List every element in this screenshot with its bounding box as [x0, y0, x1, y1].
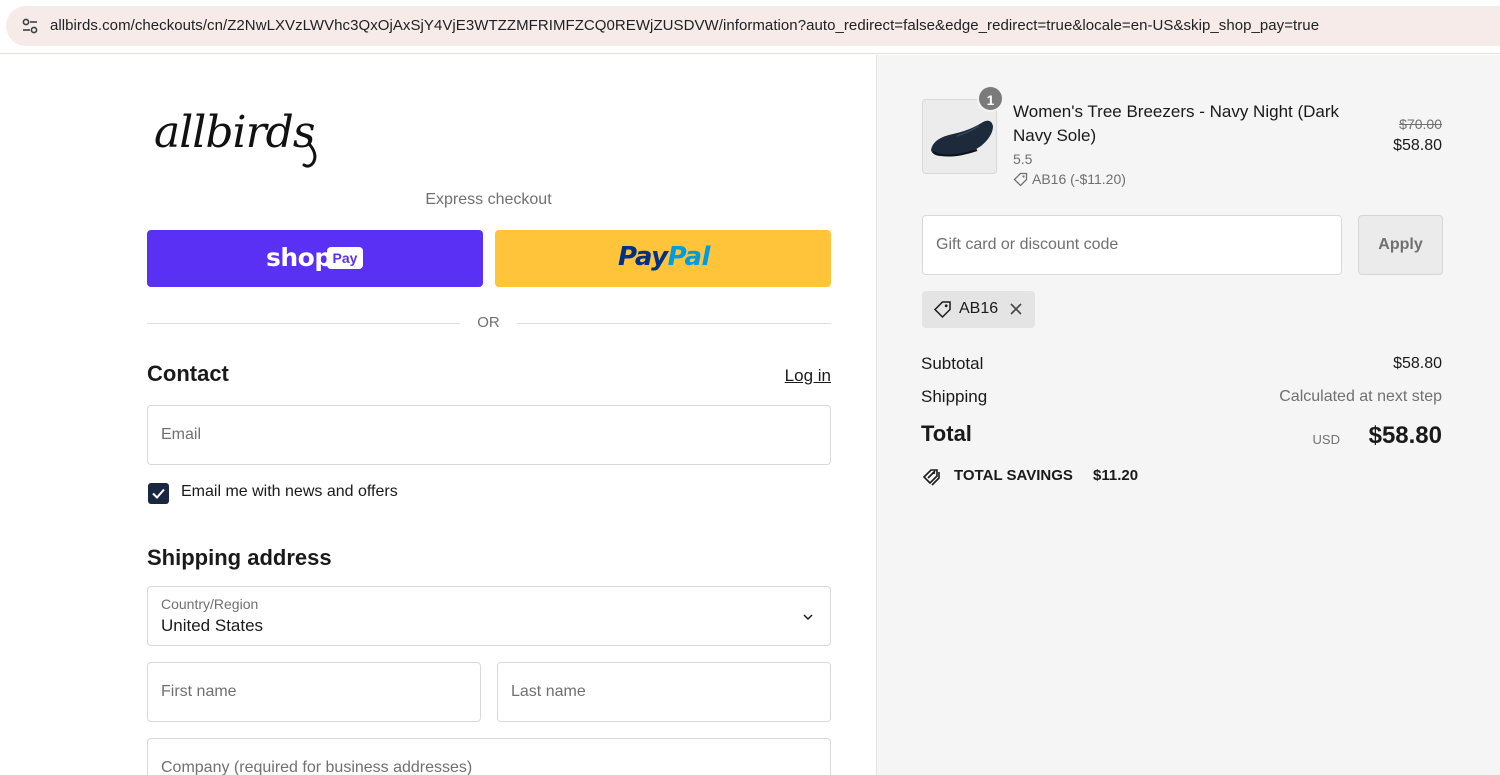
- shop-pay-button[interactable]: shop Pay: [147, 230, 483, 287]
- log-in-link[interactable]: Log in: [760, 366, 831, 386]
- checkmark-icon: [152, 488, 165, 499]
- paypal-word-pay: Pay: [618, 242, 668, 272]
- product-discount: AB16 (-$11.20): [1013, 171, 1126, 187]
- paypal-button[interactable]: PayPal: [495, 230, 831, 287]
- email-placeholder: Email: [161, 426, 202, 443]
- applied-discount-code: AB16: [959, 300, 999, 317]
- or-divider-label: OR: [477, 314, 500, 331]
- product-size: 5.5: [1013, 151, 1033, 167]
- remove-discount-icon[interactable]: [1007, 300, 1025, 318]
- tune-icon: [22, 18, 38, 34]
- subtotal-value: $58.80: [1393, 355, 1442, 372]
- newsletter-label: Email me with news and offers: [181, 483, 398, 500]
- product-discount-text: AB16 (-$11.20): [1032, 171, 1126, 187]
- applied-discount-chip: AB16: [922, 291, 1035, 328]
- discounted-price: $58.80: [1393, 137, 1442, 154]
- last-name-placeholder: Last name: [511, 683, 586, 700]
- express-checkout-label: Express checkout: [425, 191, 552, 208]
- last-name-field[interactable]: Last name: [497, 662, 831, 722]
- tag-icon: [1013, 172, 1028, 187]
- chevron-down-icon: [803, 614, 813, 621]
- shipping-value: Calculated at next step: [1279, 388, 1442, 405]
- site-info-button[interactable]: [16, 12, 44, 40]
- contact-heading: Contact: [147, 361, 229, 386]
- savings-tag-icon: [922, 469, 940, 486]
- browser-address-bar: allbirds.com/checkouts/cn/Z2NwLXVzLWVhc3…: [0, 0, 1500, 54]
- divider-right: [517, 323, 831, 324]
- product-name: Women's Tree Breezers - Navy Night (Dark…: [1013, 102, 1340, 145]
- total-savings-label: TOTAL SAVINGS: [954, 467, 1073, 484]
- country-value: United States: [161, 616, 264, 635]
- discount-code-placeholder: Gift card or discount code: [936, 236, 1119, 253]
- total-savings-value: $11.20: [1093, 467, 1139, 484]
- subtotal-label: Subtotal: [921, 354, 984, 373]
- order-summary: 1 Women's Tree Breezers - Navy Night (Da…: [876, 55, 1500, 775]
- shop-pay-wordmark: shop: [266, 243, 332, 272]
- shop-pay-badge: Pay: [327, 247, 363, 269]
- url-field[interactable]: allbirds.com/checkouts/cn/Z2NwLXVzLWVhc3…: [6, 6, 1500, 46]
- apply-button[interactable]: Apply: [1358, 215, 1443, 275]
- country-label: Country/Region: [161, 596, 259, 612]
- discount-code-input[interactable]: Gift card or discount code: [922, 215, 1342, 275]
- total-label: Total: [921, 421, 972, 446]
- company-field[interactable]: Company (required for business addresses…: [147, 738, 831, 775]
- paypal-word-pal: Pal: [667, 242, 711, 272]
- total-value: $58.80: [1368, 422, 1442, 449]
- logo-wordmark: allbirds: [154, 107, 315, 158]
- company-placeholder: Company (required for business addresses…: [161, 759, 473, 775]
- shipping-label: Shipping: [921, 387, 988, 406]
- quantity-badge: 1: [977, 85, 1004, 112]
- paypal-wordmark: PayPal: [618, 242, 710, 272]
- tag-icon: [933, 301, 951, 319]
- country-select[interactable]: Country/Region United States: [147, 586, 831, 646]
- divider-left: [147, 323, 460, 324]
- original-price: $70.00: [1399, 116, 1442, 132]
- email-field[interactable]: Email: [147, 405, 831, 465]
- allbirds-logo[interactable]: allbirds: [150, 95, 340, 175]
- total-currency: USD: [1312, 432, 1340, 447]
- checkout-main: allbirds Express checkout shop Pay PayPa…: [0, 55, 876, 775]
- url-text[interactable]: allbirds.com/checkouts/cn/Z2NwLXVzLWVhc3…: [50, 17, 1319, 34]
- first-name-placeholder: First name: [161, 683, 237, 700]
- shipping-address-heading: Shipping address: [147, 545, 332, 570]
- newsletter-checkbox[interactable]: [148, 483, 169, 504]
- first-name-field[interactable]: First name: [147, 662, 481, 722]
